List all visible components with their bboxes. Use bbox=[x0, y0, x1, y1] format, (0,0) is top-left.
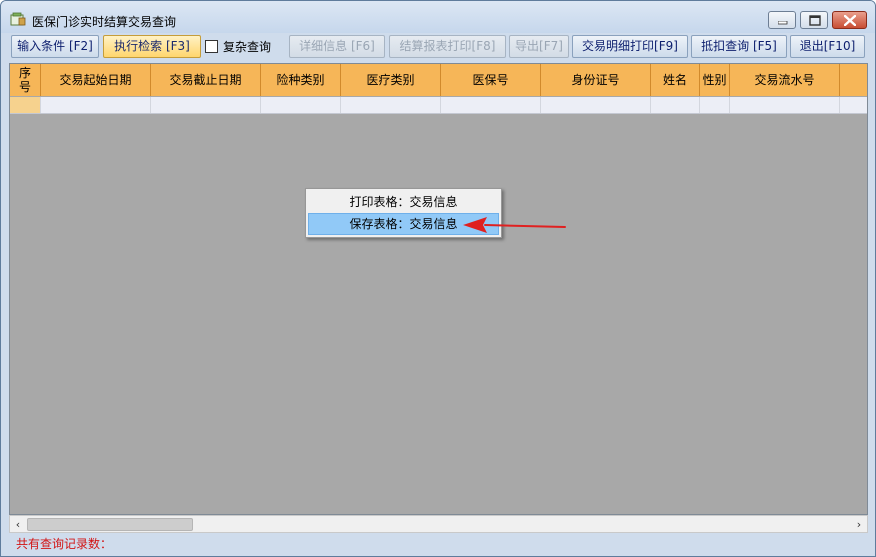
scroll-left-icon[interactable]: ‹ bbox=[11, 517, 25, 532]
column-header-insurance-type[interactable]: 险种类别 bbox=[261, 64, 341, 96]
input-condition-button[interactable]: 输入条件 [F2] bbox=[11, 35, 99, 58]
minimize-button[interactable] bbox=[768, 11, 796, 29]
column-header-medical-type[interactable]: 医疗类别 bbox=[341, 64, 441, 96]
scroll-right-icon[interactable]: › bbox=[852, 517, 866, 532]
record-count-label: 共有查询记录数： bbox=[16, 537, 113, 551]
grid-header: 序 号 交易起始日期 交易截止日期 险种类别 医疗类别 医保号 身份证号 姓名 … bbox=[10, 64, 867, 96]
column-header-seq[interactable]: 序 号 bbox=[10, 64, 41, 96]
table-cell bbox=[651, 97, 700, 113]
minimize-icon bbox=[778, 21, 788, 25]
settlement-report-print-button[interactable]: 结算报表打印[F8] bbox=[389, 35, 506, 58]
window-title: 医保门诊实时结算交易查询 bbox=[32, 15, 177, 29]
column-header-seq-label: 序 号 bbox=[18, 66, 31, 94]
annotation-arrow-icon bbox=[463, 217, 566, 233]
row-seq-cell bbox=[10, 97, 41, 113]
table-cell bbox=[151, 97, 261, 113]
complex-query-label: 复杂查询 bbox=[223, 40, 272, 54]
title-bar: 医保门诊实时结算交易查询 bbox=[1, 1, 875, 33]
detail-info-button[interactable]: 详细信息 [F6] bbox=[289, 35, 385, 58]
table-cell bbox=[261, 97, 341, 113]
column-header-insurance-no[interactable]: 医保号 bbox=[441, 64, 541, 96]
maximize-button[interactable] bbox=[800, 11, 828, 29]
complex-query-checkbox[interactable] bbox=[205, 40, 218, 53]
execute-search-button[interactable]: 执行检索 [F3] bbox=[103, 35, 201, 58]
column-header-end-date[interactable]: 交易截止日期 bbox=[151, 64, 261, 96]
column-header-gender[interactable]: 性别 bbox=[700, 64, 730, 96]
column-header-id-number[interactable]: 身份证号 bbox=[541, 64, 651, 96]
table-cell bbox=[41, 97, 151, 113]
table-cell bbox=[441, 97, 541, 113]
column-header-serial-no[interactable]: 交易流水号 bbox=[730, 64, 840, 96]
maximize-icon bbox=[809, 15, 821, 26]
status-bar: 共有查询记录数： bbox=[1, 533, 875, 556]
horizontal-scrollbar[interactable]: ‹ › bbox=[9, 515, 868, 533]
close-button[interactable] bbox=[832, 11, 867, 29]
table-cell bbox=[700, 97, 730, 113]
column-header-name[interactable]: 姓名 bbox=[651, 64, 700, 96]
column-header-start-date[interactable]: 交易起始日期 bbox=[41, 64, 151, 96]
table-cell bbox=[730, 97, 840, 113]
export-button[interactable]: 导出[F7] bbox=[509, 35, 569, 58]
toolbar: 输入条件 [F2] 执行检索 [F3] 复杂查询 详细信息 [F6] 结算报表打… bbox=[9, 35, 867, 59]
table-row[interactable] bbox=[10, 97, 867, 114]
transaction-detail-print-button[interactable]: 交易明细打印[F9] bbox=[572, 35, 688, 58]
table-cell bbox=[341, 97, 441, 113]
table-cell bbox=[541, 97, 651, 113]
exit-button[interactable]: 退出[F10] bbox=[790, 35, 865, 58]
print-table-menu-item[interactable]: 打印表格：交易信息 bbox=[308, 191, 499, 213]
deduction-query-button[interactable]: 抵扣查询 [F5] bbox=[691, 35, 787, 58]
close-icon bbox=[844, 15, 856, 26]
main-window: 医保门诊实时结算交易查询 输入条件 [F2] 执行检索 [F3] 复杂查询 详细… bbox=[0, 0, 876, 557]
results-grid[interactable]: 序 号 交易起始日期 交易截止日期 险种类别 医疗类别 医保号 身份证号 姓名 … bbox=[9, 63, 868, 515]
app-icon bbox=[10, 12, 26, 26]
scrollbar-thumb[interactable] bbox=[27, 518, 193, 531]
